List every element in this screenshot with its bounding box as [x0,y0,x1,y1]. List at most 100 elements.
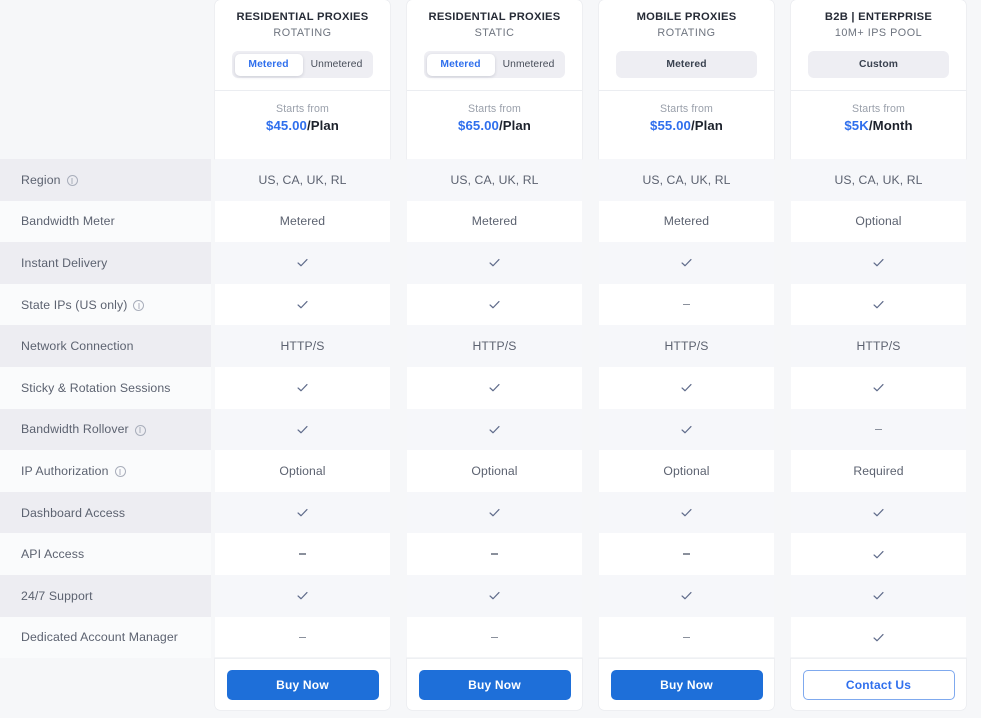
feature-cell: Required [791,450,966,492]
info-icon[interactable] [114,466,126,478]
feature-cell: HTTP/S [791,325,966,367]
feature-label-row: State IPs (US only) [0,283,211,326]
plan-feature-cells: US, CA, UK, RL Optional HTTP/S Required [791,159,966,659]
feature-cell [215,242,390,284]
billing-toggle[interactable]: Metered [616,51,757,78]
feature-label-text: Dedicated Account Manager [21,630,178,645]
check-icon [873,384,884,392]
feature-cell-text: Optional [279,463,326,478]
feature-label-row: Instant Delivery [0,242,211,284]
feature-cell [407,283,582,326]
header-divider [791,90,966,91]
feature-label-row: Sticky & Rotation Sessions [0,366,211,409]
plan-column-mobile-rotating: MOBILE PROXIES ROTATING Metered Starts from… [599,0,774,711]
check-icon [873,259,884,267]
info-icon[interactable] [133,300,145,312]
feature-label-row: Dedicated Account Manager [0,616,211,659]
info-icon[interactable] [66,175,78,187]
feature-label-text: Instant Delivery [21,255,108,270]
toggle-option-unmetered[interactable]: Unmetered [495,54,563,76]
starts-from-label: Starts from [276,103,329,115]
check-icon [681,425,692,434]
price-period: /Plan [306,118,339,133]
feature-cell [791,574,966,617]
toggle-option-metered[interactable]: Metered [234,53,303,76]
plan-footer-card: Buy Now [599,658,774,711]
feature-cell [599,533,774,575]
buy-now-button[interactable]: Buy Now [418,669,571,700]
plan-price: $55.00/Plan [599,118,774,133]
feature-cell: Optional [791,200,966,243]
plan-column-residential-static: RESIDENTIAL PROXIES STATIC Metered Unmetere… [407,0,582,711]
check-icon [297,259,308,267]
plan-title: RESIDENTIAL PROXIES [236,11,369,23]
plan-subtitle: ROTATING [657,27,716,39]
check-icon [681,384,692,392]
plan-subtitle: STATIC [474,27,515,39]
plan-price: $5K/Month [791,118,966,133]
feature-cell [599,616,774,659]
feature-cell [215,616,390,659]
buy-now-button[interactable]: Buy Now [226,669,379,700]
check-icon [873,633,884,642]
feature-cell [215,533,390,575]
billing-toggle[interactable]: Metered Unmetered [424,51,565,78]
feature-cell-text: Optional [471,463,518,478]
feature-label-text: Region [21,172,61,187]
feature-label-text: Bandwidth Meter [21,214,115,229]
check-icon [489,592,500,600]
feature-cell-text: Optional [663,463,710,478]
feature-cell-text: Metered [663,214,710,229]
feature-cell [599,408,774,451]
dash-icon [683,303,690,306]
toggle-option-metered[interactable]: Metered [426,53,495,76]
feature-cell [407,408,582,451]
plan-footer-card: Buy Now [215,658,390,711]
dash-icon [875,428,882,431]
billing-toggle[interactable]: Custom [808,51,949,78]
plan-feature-cells: US, CA, UK, RL Metered HTTP/S Optional [215,159,390,659]
feature-cell [599,242,774,284]
feature-label-row: IP Authorization [0,450,211,492]
plan-footer-card: Contact Us [791,658,966,711]
plan-footer-card: Buy Now [407,658,582,711]
plan-header-card: RESIDENTIAL PROXIES ROTATING Metered Unmete… [215,0,390,159]
check-icon [489,509,500,517]
feature-label-text: Bandwidth Rollover [21,422,129,437]
feature-cell: US, CA, UK, RL [599,159,774,201]
check-icon [681,509,692,517]
feature-cell-text: US, CA, UK, RL [642,172,731,187]
feature-cell-text: US, CA, UK, RL [258,172,347,187]
plan-column-b2b-enterprise: B2B | ENTERPRISE 10M+ IPS POOL Custom Start… [791,0,966,711]
check-icon [297,425,308,434]
feature-cell [791,491,966,534]
feature-cell [215,491,390,534]
toggle-option-custom[interactable]: Custom [859,54,898,76]
feature-cell [791,242,966,284]
toggle-option-metered[interactable]: Metered [666,54,706,76]
feature-cell: Optional [407,450,582,492]
feature-cell-text: Metered [471,214,518,229]
buy-now-button[interactable]: Buy Now [610,669,763,700]
feature-cell: US, CA, UK, RL [407,159,582,201]
toggle-option-unmetered[interactable]: Unmetered [303,54,371,76]
pricing-comparison-table: Region Bandwidth Meter Instant Delivery Sta… [0,0,981,718]
feature-cell: Metered [407,200,582,243]
billing-toggle[interactable]: Metered Unmetered [232,51,373,78]
dash-icon [683,636,690,639]
plan-header-card: B2B | ENTERPRISE 10M+ IPS POOL Custom Start… [791,0,966,159]
contact-us-button[interactable]: Contact Us [802,669,955,700]
price-period: /Plan [690,118,723,133]
plan-column-residential-rotating: RESIDENTIAL PROXIES ROTATING Metered Unmete… [215,0,390,711]
dash-icon [683,553,690,555]
feature-label-text: 24/7 Support [21,588,93,603]
starts-from-label: Starts from [468,103,521,115]
feature-label-row: 24/7 Support [0,574,211,617]
info-icon[interactable] [134,424,146,436]
feature-label-text: IP Authorization [21,463,109,478]
feature-cell-text: Required [853,463,904,478]
feature-cell: HTTP/S [215,325,390,367]
check-icon [873,301,884,309]
feature-label-text: API Access [21,547,85,562]
feature-cell [599,574,774,617]
